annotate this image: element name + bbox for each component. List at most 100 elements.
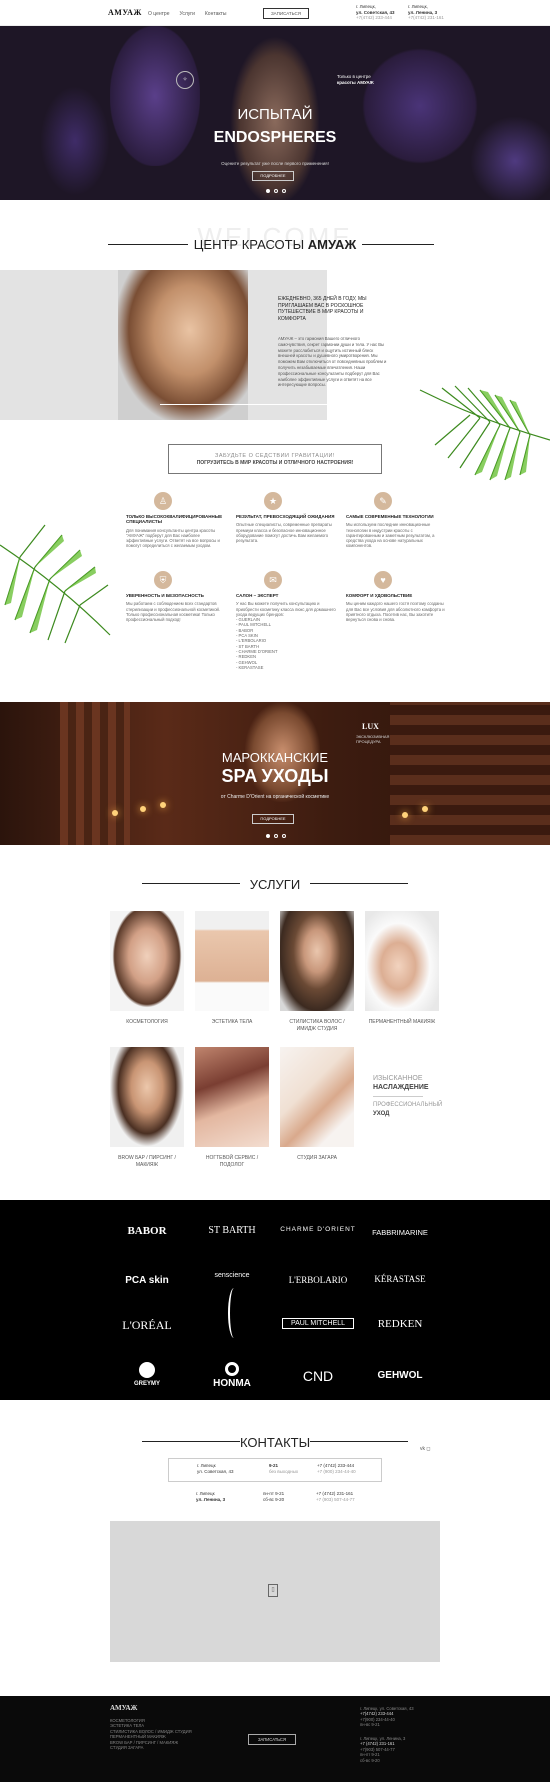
phones: +7 (4742) 231-161 +7 (903) 507-44-77 [316, 1491, 355, 1502]
broken-image-icon: ▯ [268, 1584, 278, 1597]
feature-item: ✎ САМЫЕ СОВРЕМЕННЫЕ ТЕХНОЛОГИИ Мы исполь… [346, 492, 446, 549]
nav-contacts[interactable]: Контакты [205, 11, 227, 17]
nav-about[interactable]: О центре [148, 11, 169, 17]
welcome-model-image [118, 270, 248, 420]
vk-icon[interactable]: vk [420, 1446, 425, 1452]
drop-icon: ✎ [374, 492, 392, 510]
divider [160, 404, 390, 405]
palm-leaf-image [0, 505, 115, 645]
lux-subtitle: ЭКСКЛЮЗИВНАЯ ПРОЦЕДУРА [356, 734, 390, 744]
greymy-icon [139, 1362, 155, 1378]
feature-item: ⛨ УВЕРЕННОСТЬ И БЕЗОПАСНОСТЬ Мы работаем… [126, 571, 226, 622]
service-card[interactable]: СТИЛИСТИКА ВОЛОС / ИМИДЖ СТУДИЯ [280, 911, 354, 1032]
divider [142, 1441, 240, 1442]
footer-logo[interactable]: АМУАЖ [110, 1704, 137, 1712]
service-card[interactable]: ЭСТЕТИКА ТЕЛА [195, 911, 269, 1026]
candle-icon [140, 806, 146, 812]
map-placeholder[interactable]: ▯ [110, 1521, 440, 1662]
gravity-cta-box: ЗАБУДЬТЕ О СЕДСТВИИ ГРАВИТАЦИИ! ПОГРУЗИТ… [168, 444, 382, 474]
brand-list: - GUERLAIN - PAUL MITCHELL - BABOR - PCA… [236, 617, 278, 670]
signup-button[interactable]: ЗАПИСАТЬСЯ [263, 8, 309, 19]
footer: АМУАЖ КОСМЕТОЛОГИЯ ЭСТЕТИКА ТЕЛА СТИЛИСТ… [0, 1696, 550, 1782]
feature-item: ♥ КОМФОРТ И УДОВОЛЬСТВИЕ Мы ценим каждог… [346, 571, 446, 622]
header-address-1: г. Липецк, ул. Советская, 43 +7(4742) 23… [356, 4, 395, 20]
service-image [110, 1047, 184, 1147]
candle-icon [160, 802, 166, 808]
nav-services[interactable]: Услуги [179, 11, 194, 17]
spa-subtitle: от Charme D'Orient на органической косме… [220, 794, 330, 800]
services-title: УСЛУГИ [249, 877, 301, 892]
instagram-icon[interactable]: ◻ [426, 1446, 430, 1452]
slide-dot[interactable] [266, 189, 270, 193]
brand-logo[interactable]: PAUL MITCHELL [282, 1318, 354, 1329]
brand-logo[interactable]: GEHWOL [350, 1370, 450, 1381]
welcome-title: ЦЕНТР КРАСОТЫ АМУАЖ [193, 237, 357, 252]
spa-pagination [266, 834, 286, 838]
welcome-lead: ЕЖЕДНЕВНО, 365 ДНЕЙ В ГОДУ, МЫ ПРИГЛАШАЕ… [278, 296, 367, 322]
service-promo[interactable]: ИЗЫСКАННОЕ НАСЛАЖДЕНИЕ ПРОФЕССИОНАЛЬНЫЙ … [373, 1074, 447, 1119]
header-address-2: г. Липецк, ул. Ленина, 3 +7(4742) 231-16… [408, 4, 444, 20]
chat-icon: ✉ [264, 571, 282, 589]
slide-dot[interactable] [274, 834, 278, 838]
lux-badge: LUX [362, 722, 379, 731]
divider [362, 244, 434, 245]
candle-icon [422, 806, 428, 812]
footer-signup-button[interactable]: ЗАПИСАТЬСЯ [248, 1734, 296, 1745]
brand-logo[interactable]: L'ORÉAL [97, 1318, 197, 1333]
hours: пн-пт 9-21 сб-вс 9-20 [263, 1491, 285, 1502]
hours: 9-21 без выходных [269, 1463, 299, 1474]
shield-icon: ⛨ [154, 571, 172, 589]
social-icons: vk ◻ [420, 1446, 431, 1452]
hero-title-2: ENDOSPHERES [213, 129, 337, 146]
service-card[interactable]: СТУДИЯ ЗАГАРА [280, 1047, 354, 1162]
palm-leaf-image [410, 380, 550, 510]
hero-more-button[interactable]: ПОДРОБНЕЕ [252, 171, 294, 181]
top-navbar: AMУАЖ О центре Услуги Контакты ЗАПИСАТЬС… [0, 0, 550, 26]
contacts-row-1: г. Липецк ул. Советская, 43 9-21 без вых… [168, 1458, 382, 1482]
divider [142, 883, 240, 884]
welcome-body: АМУАЖ – это гармония Вашего отличного са… [278, 336, 387, 388]
service-card[interactable]: BROW БАР / ПИРСИНГ / МАКИЯЖ [110, 1047, 184, 1168]
brand-logo[interactable]: REDKEN [350, 1318, 450, 1330]
main-nav: О центре Услуги Контакты [148, 11, 226, 17]
slide-dot[interactable] [282, 834, 286, 838]
person-icon: ♙ [154, 492, 172, 510]
contacts-row-2: г. Липецк ул. Ленина, 3 пн-пт 9-21 сб-вс… [168, 1489, 382, 1513]
slide-dot[interactable] [266, 834, 270, 838]
hero-title-1: ИСПЫТАЙ [237, 106, 313, 123]
candle-icon [402, 812, 408, 818]
hero-subtitle: Оцените результат уже после первого прим… [221, 161, 329, 166]
feature-item: ★ РЕЗУЛЬТАТ, ПРЕВОСХОДЯЩИЙ ОЖИДАНИЯ Опыт… [236, 492, 336, 543]
brand-logo[interactable]: ST BARTH [182, 1225, 282, 1236]
service-image [365, 911, 439, 1011]
spa-more-button[interactable]: ПОДРОБНЕЕ [252, 814, 294, 824]
brand-logo[interactable]: HONMA [182, 1362, 282, 1389]
hero-pagination [266, 189, 286, 193]
service-image [195, 1047, 269, 1147]
service-card[interactable]: ПЕРМАНЕНТНЫЙ МАКИЯЖ [365, 911, 439, 1026]
service-image [280, 1047, 354, 1147]
honma-icon [225, 1362, 239, 1376]
logo[interactable]: AMУАЖ [108, 8, 142, 17]
hero-side-text: Только в центре красоты АМУАЖ [337, 74, 374, 85]
slide-dot[interactable] [282, 189, 286, 193]
heart-icon: ♥ [374, 571, 392, 589]
feature-item: ♙ ТОЛЬКО ВЫСОКОКВАЛИФИЦИРОВАННЫЕ СПЕЦИАЛ… [126, 492, 226, 549]
brand-logo[interactable]: KÉRASTASE [350, 1274, 450, 1284]
service-image [110, 911, 184, 1011]
footer-links: КОСМЕТОЛОГИЯ ЭСТЕТИКА ТЕЛА СТИЛИСТИКА ВО… [110, 1718, 192, 1751]
brand-logo[interactable]: FABBRIMARINE [350, 1228, 450, 1237]
slide-dot[interactable] [274, 189, 278, 193]
service-card[interactable]: НОГТЕВОЙ СЕРВИС / ПОДОЛОГ [195, 1047, 269, 1168]
phones: +7 (4742) 233-444 +7 (900) 234-44-40 [317, 1463, 356, 1474]
address: г. Липецк ул. Советская, 43 [197, 1463, 234, 1474]
star-icon: ★ [264, 492, 282, 510]
service-card[interactable]: КОСМЕТОЛОГИЯ [110, 911, 184, 1026]
spa-title-2: SPA УХОДЫ [221, 766, 329, 786]
senscience-swoosh-icon [228, 1288, 240, 1338]
divider [108, 244, 188, 245]
brand-logo[interactable]: senscience [182, 1272, 282, 1279]
divider [373, 1096, 423, 1097]
candle-icon [112, 810, 118, 816]
feature-item: ✉ САЛОН – ЭКСПЕРТ У нас Вы можете получи… [236, 571, 336, 670]
